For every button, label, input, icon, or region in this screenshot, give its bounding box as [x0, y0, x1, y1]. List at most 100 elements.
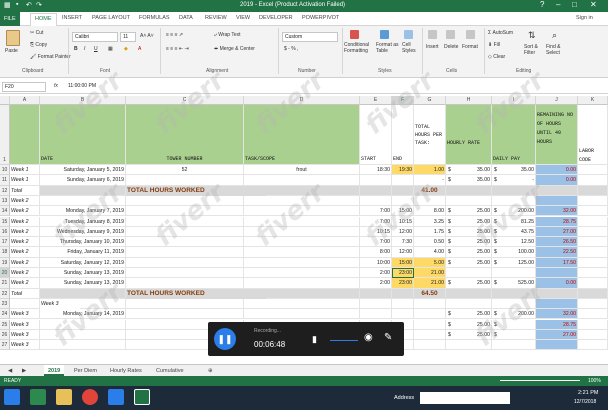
cell-k[interactable]: [578, 226, 608, 238]
cell-k[interactable]: [578, 268, 608, 279]
cell-j[interactable]: 28.75: [536, 216, 578, 227]
cell-f[interactable]: 15:00: [392, 257, 414, 268]
copy-button[interactable]: ⎘ Copy: [30, 42, 47, 48]
cell-e[interactable]: [360, 175, 392, 186]
cell-k[interactable]: [578, 195, 608, 207]
cell-k[interactable]: [578, 319, 608, 330]
row-header[interactable]: 10: [0, 165, 10, 176]
cell-h[interactable]: $25.00: [446, 247, 492, 258]
borders-icon[interactable]: ▦: [108, 46, 113, 52]
fill-color-icon[interactable]: ◆: [124, 46, 128, 52]
row-header[interactable]: 14: [0, 206, 10, 217]
cell-a[interactable]: Week 1: [10, 165, 40, 176]
cell-b[interactable]: Friday, January 11, 2019: [40, 247, 126, 258]
cell-a[interactable]: Total: [10, 185, 40, 196]
cell-k[interactable]: [578, 247, 608, 258]
find-select-button[interactable]: Find & Select: [546, 44, 568, 56]
cell-a[interactable]: Week 2: [10, 216, 40, 227]
cell-g[interactable]: 1.75: [414, 226, 446, 238]
cell-a[interactable]: Week 3: [10, 309, 40, 320]
select-all-corner[interactable]: [0, 96, 10, 105]
minimize-icon[interactable]: –: [556, 0, 560, 9]
cell-j[interactable]: 22.50: [536, 247, 578, 258]
cell-a[interactable]: Week 3: [10, 329, 40, 341]
row-header[interactable]: 12: [0, 185, 10, 196]
cell-h[interactable]: [446, 268, 492, 279]
cell-d[interactable]: [244, 268, 360, 279]
row-header[interactable]: 20: [0, 268, 10, 279]
column-header[interactable]: J: [536, 96, 578, 105]
cell-j[interactable]: 32.00: [536, 309, 578, 320]
redo-icon[interactable]: ↷: [36, 1, 42, 9]
pause-icon[interactable]: ❚❚: [214, 328, 236, 350]
cell-e[interactable]: 18:30: [360, 165, 392, 176]
sheet-tab-per-diem[interactable]: Per Diem: [70, 365, 101, 376]
cell-d[interactable]: frout: [244, 165, 360, 176]
chrome-icon[interactable]: [82, 389, 98, 405]
cell-k[interactable]: [578, 329, 608, 341]
cell-e[interactable]: [360, 309, 392, 320]
row-header[interactable]: 23: [0, 298, 10, 310]
cell-j[interactable]: 0.00: [536, 278, 578, 289]
cell-b[interactable]: [40, 340, 126, 351]
cell-f[interactable]: [392, 298, 414, 310]
cell-g[interactable]: 21.00: [414, 278, 446, 289]
align-top-icons[interactable]: ≡ ≡ ≡ ⇗: [166, 32, 183, 38]
cell-i[interactable]: $125.00: [492, 257, 536, 268]
autosum-button[interactable]: Σ AutoSum: [488, 30, 513, 36]
insert-cells-button[interactable]: Insert: [426, 44, 439, 50]
cell-a[interactable]: Week 2: [10, 237, 40, 248]
sheet-tab-2019[interactable]: 2019: [44, 365, 65, 376]
row-header[interactable]: 1: [0, 105, 10, 165]
cell-e[interactable]: 2:00: [360, 278, 392, 289]
cell-k[interactable]: [578, 175, 608, 186]
microphone-icon[interactable]: ▮: [312, 334, 317, 345]
cell-g[interactable]: [414, 340, 446, 351]
close-icon[interactable]: ✕: [590, 0, 597, 9]
tab-insert[interactable]: INSERT: [62, 15, 82, 21]
row-header[interactable]: 21: [0, 278, 10, 289]
cell-g[interactable]: 21.00: [414, 268, 446, 279]
sheet-nav-next-icon[interactable]: ▶: [18, 365, 30, 376]
cell-a[interactable]: Total: [10, 288, 40, 299]
edge-icon[interactable]: [108, 389, 124, 405]
cell-c[interactable]: [126, 175, 244, 186]
start-icon[interactable]: [4, 389, 20, 405]
cut-button[interactable]: ✂ Cut: [30, 30, 43, 36]
cell-k[interactable]: [578, 288, 608, 299]
cell-j[interactable]: 17.50: [536, 257, 578, 268]
italic-icon[interactable]: I: [84, 46, 85, 52]
save-icon[interactable]: ▪: [16, 1, 18, 8]
format-as-table-button[interactable]: Format as Table: [376, 42, 402, 54]
cell-c[interactable]: [126, 268, 244, 279]
tab-powerpivot[interactable]: POWERPIVOT: [302, 15, 339, 21]
font-name-select[interactable]: Calibri: [72, 32, 118, 42]
cell-a[interactable]: Week 1: [10, 175, 40, 186]
cell-h[interactable]: [446, 288, 492, 299]
excel-active-icon[interactable]: [134, 389, 150, 405]
tab-home[interactable]: HOME: [30, 13, 57, 26]
cell-a[interactable]: Week 2: [10, 278, 40, 289]
row-header[interactable]: 17: [0, 237, 10, 248]
font-color-icon[interactable]: A: [138, 46, 141, 52]
tab-file[interactable]: FILE: [0, 12, 20, 26]
cell-k[interactable]: [578, 237, 608, 248]
tab-page-layout[interactable]: PAGE LAYOUT: [92, 15, 130, 21]
row-header[interactable]: 16: [0, 226, 10, 238]
fx-icon[interactable]: fx: [54, 83, 58, 89]
zoom-slider[interactable]: [500, 380, 580, 381]
cell-c[interactable]: [126, 309, 244, 320]
signin-link[interactable]: Sign in: [576, 15, 593, 21]
cell-a[interactable]: Week 3: [10, 319, 40, 330]
cell-h[interactable]: $25.00: [446, 278, 492, 289]
cell-j[interactable]: [536, 268, 578, 279]
cell-a[interactable]: Week 2: [10, 206, 40, 217]
cell-a[interactable]: Week 2: [10, 247, 40, 258]
pencil-icon[interactable]: ✎: [384, 332, 392, 343]
add-sheet-icon[interactable]: ⊕: [204, 365, 217, 376]
cell-j[interactable]: [536, 340, 578, 351]
webcam-icon[interactable]: ◉: [364, 332, 373, 343]
name-box[interactable]: F20: [2, 82, 46, 92]
conditional-formatting-button[interactable]: Conditional Formatting: [344, 42, 374, 54]
number-format-select[interactable]: Custom: [282, 32, 338, 42]
